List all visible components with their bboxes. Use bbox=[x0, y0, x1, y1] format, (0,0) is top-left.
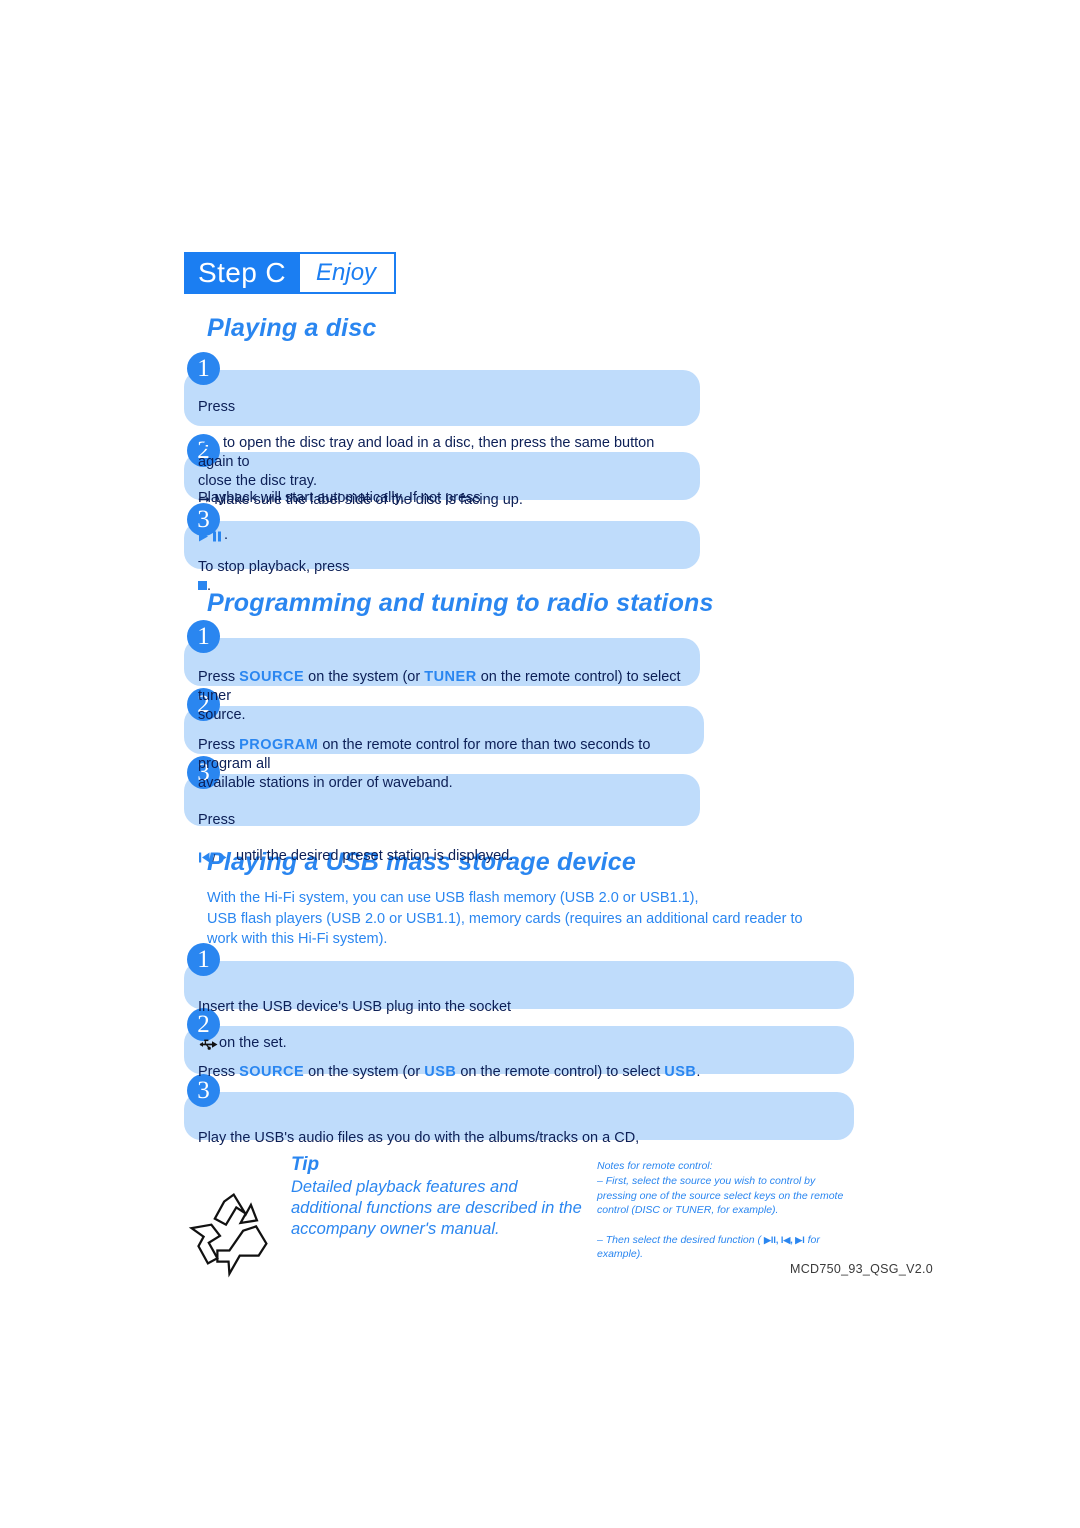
step-text: Insert the USB device's USB plug into th… bbox=[198, 979, 838, 1053]
step-text: Press / until the desired preset station… bbox=[198, 792, 688, 868]
step-text-before: Play the USB's audio files as you do wit… bbox=[198, 1130, 640, 1146]
section-heading-playing-a-disc: Playing a disc bbox=[207, 314, 377, 342]
eject-icon bbox=[201, 418, 216, 449]
step-text-after: until the desired preset station is disp… bbox=[236, 848, 514, 864]
step-text-a: Press bbox=[198, 669, 240, 685]
step-text-after: . bbox=[207, 578, 212, 594]
step-text: Playback will start automatically. If no… bbox=[198, 470, 688, 546]
step-badge-title: Enjoy bbox=[300, 254, 395, 292]
step-text-before: To stop playback, press bbox=[198, 559, 350, 575]
key-program: PROGRAM bbox=[239, 737, 319, 753]
key-usb-remote: USB bbox=[424, 1064, 457, 1080]
step-text-a: Press bbox=[198, 1064, 240, 1080]
step-row: 1 Insert the USB device's USB plug into … bbox=[184, 943, 854, 1051]
step-text-d: . bbox=[696, 1064, 701, 1080]
usb-intro-paragraph: With the Hi-Fi system, you can use USB f… bbox=[207, 890, 803, 947]
tip-title: Tip bbox=[291, 1154, 320, 1175]
key-tuner: TUNER bbox=[424, 669, 477, 685]
svg-text:/: / bbox=[213, 854, 216, 864]
step-text-a: Press bbox=[198, 737, 240, 753]
tip-body: Detailed playback features and additiona… bbox=[291, 1178, 582, 1238]
prev-next-icon: / bbox=[198, 830, 232, 868]
step-text: Play the USB's audio files as you do wit… bbox=[198, 1110, 838, 1148]
step-text-b: on the system (or bbox=[304, 669, 425, 685]
step-text-before: Playback will start automatically. If no… bbox=[198, 490, 481, 506]
notes-line-2: – Then select the desired function ( ▶II… bbox=[597, 1218, 897, 1262]
step-text-before: Press bbox=[198, 812, 236, 828]
key-usb-source: USB bbox=[664, 1064, 697, 1080]
step-text-c: on the remote control) to select bbox=[456, 1064, 665, 1080]
notes-line-2-before: – Then select the desired function ( bbox=[597, 1233, 764, 1246]
usb-icon bbox=[199, 1019, 218, 1050]
step-text-before: Press bbox=[198, 399, 236, 415]
step-text: Press PROGRAM on the remote control for … bbox=[198, 717, 692, 793]
step-row: 1 Press to open the disc tray and load i… bbox=[184, 352, 700, 508]
key-source: SOURCE bbox=[239, 1064, 305, 1080]
step-number: 1 bbox=[187, 943, 220, 976]
key-source: SOURCE bbox=[239, 669, 305, 685]
step-badge: Step C Enjoy bbox=[184, 252, 397, 294]
step-text: To stop playback, press . bbox=[198, 539, 688, 596]
step-badge-label: Step C bbox=[186, 254, 300, 292]
page-root: Step C Enjoy Playing a disc 1 Press to o… bbox=[0, 0, 1080, 1528]
recycle-icon bbox=[188, 1192, 276, 1278]
step-text-b: on the system (or bbox=[304, 1064, 425, 1080]
step-row: 3 Play the USB's audio files as you do w… bbox=[184, 1074, 854, 1146]
step-text-before: Insert the USB device's USB plug into th… bbox=[198, 999, 512, 1015]
step-text: Press SOURCE on the system (or TUNER on … bbox=[198, 649, 688, 725]
notes-title: Notes for remote control: bbox=[597, 1160, 713, 1172]
step-text: Press SOURCE on the system (or USB on th… bbox=[198, 1044, 838, 1082]
transport-icons: ▶II, I◀, ▶I bbox=[763, 1234, 805, 1245]
step-row: 1 Press SOURCE on the system (or TUNER o… bbox=[184, 620, 700, 723]
stop-icon bbox=[198, 581, 207, 590]
notes-line-1: – First, select the source you wish to c… bbox=[597, 1175, 844, 1216]
footer-document-code: MCD750_93_QSG_V2.0 bbox=[790, 1262, 933, 1276]
